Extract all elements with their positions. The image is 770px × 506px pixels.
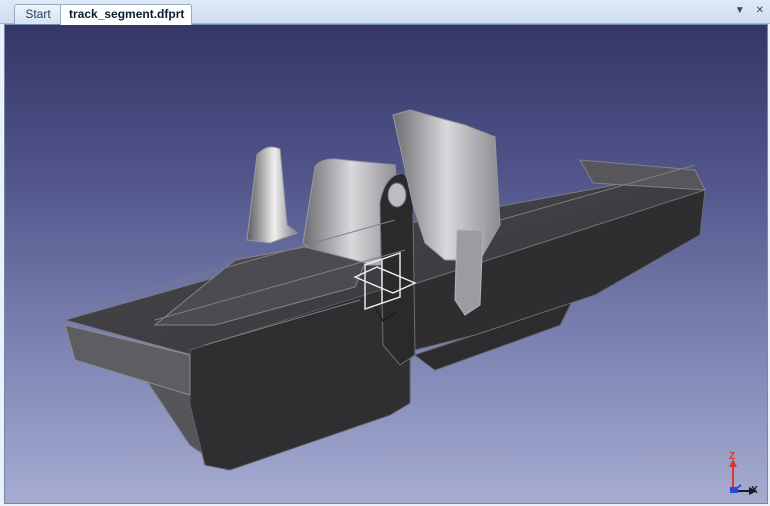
document-tab-bar: Start track_segment.dfprt ▼ ✕	[0, 0, 770, 25]
chevron-down-icon[interactable]: ▼	[735, 5, 745, 16]
tab-start[interactable]: Start	[14, 4, 62, 24]
axis-x-label: X	[751, 485, 758, 496]
axis-triad: Z X	[725, 451, 761, 497]
rear-end-cap	[579, 159, 706, 191]
right-seat-arm	[454, 229, 484, 316]
tab-track-segment[interactable]: track_segment.dfprt	[60, 4, 192, 25]
close-icon[interactable]: ✕	[756, 5, 764, 16]
model-render	[63, 109, 706, 471]
3d-viewport[interactable]: Z X	[4, 24, 768, 504]
column-hole	[387, 182, 407, 208]
left-post	[246, 146, 299, 244]
tabbar-controls: ▼ ✕	[727, 5, 764, 16]
